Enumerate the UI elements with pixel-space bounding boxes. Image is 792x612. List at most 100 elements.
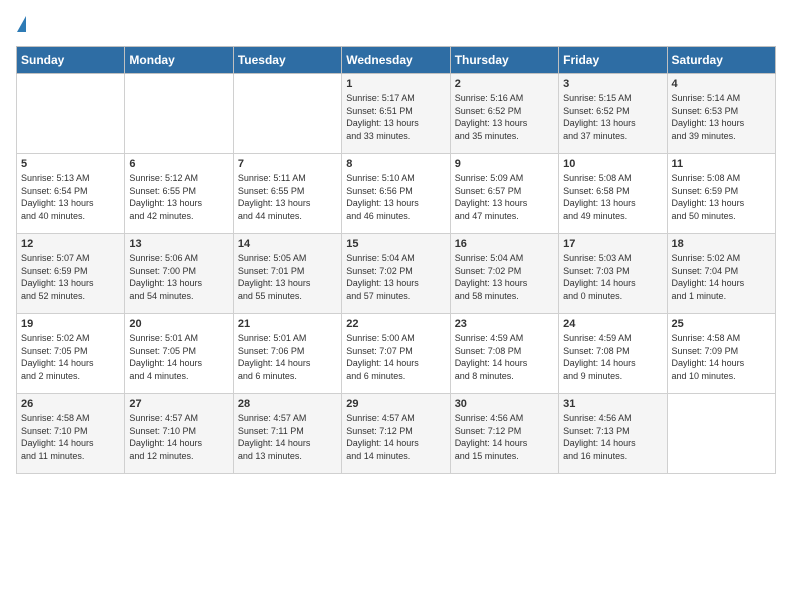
cell-content: Sunrise: 5:17 AM Sunset: 6:51 PM Dayligh… [346,92,445,142]
calendar-cell: 14 Sunrise: 5:05 AM Sunset: 7:01 PM Dayli… [233,234,341,314]
day-number: 1 [346,78,445,90]
calendar-cell: 7 Sunrise: 5:11 AM Sunset: 6:55 PM Daylig… [233,154,341,234]
calendar-week-row: 1 Sunrise: 5:17 AM Sunset: 6:51 PM Daylig… [17,74,776,154]
day-number: 30 [455,398,554,410]
calendar-cell: 30 Sunrise: 4:56 AM Sunset: 7:12 PM Dayli… [450,394,558,474]
cell-content: Sunrise: 5:04 AM Sunset: 7:02 PM Dayligh… [346,252,445,302]
calendar-cell: 10 Sunrise: 5:08 AM Sunset: 6:58 PM Dayli… [559,154,667,234]
day-number: 13 [129,238,228,250]
header-saturday: Saturday [667,47,775,74]
calendar-cell [17,74,125,154]
cell-content: Sunrise: 5:08 AM Sunset: 6:58 PM Dayligh… [563,172,662,222]
day-number: 7 [238,158,337,170]
calendar-cell: 23 Sunrise: 4:59 AM Sunset: 7:08 PM Dayli… [450,314,558,394]
cell-content: Sunrise: 5:08 AM Sunset: 6:59 PM Dayligh… [672,172,771,222]
calendar-week-row: 26 Sunrise: 4:58 AM Sunset: 7:10 PM Dayli… [17,394,776,474]
cell-content: Sunrise: 5:16 AM Sunset: 6:52 PM Dayligh… [455,92,554,142]
cell-content: Sunrise: 5:11 AM Sunset: 6:55 PM Dayligh… [238,172,337,222]
cell-content: Sunrise: 5:13 AM Sunset: 6:54 PM Dayligh… [21,172,120,222]
cell-content: Sunrise: 4:56 AM Sunset: 7:12 PM Dayligh… [455,412,554,462]
calendar-cell [667,394,775,474]
day-number: 8 [346,158,445,170]
day-number: 18 [672,238,771,250]
day-number: 11 [672,158,771,170]
day-number: 23 [455,318,554,330]
page-header [16,16,776,34]
calendar-body: 1 Sunrise: 5:17 AM Sunset: 6:51 PM Daylig… [17,74,776,474]
cell-content: Sunrise: 5:01 AM Sunset: 7:06 PM Dayligh… [238,332,337,382]
day-number: 26 [21,398,120,410]
day-number: 31 [563,398,662,410]
cell-content: Sunrise: 5:01 AM Sunset: 7:05 PM Dayligh… [129,332,228,382]
calendar-cell: 21 Sunrise: 5:01 AM Sunset: 7:06 PM Dayli… [233,314,341,394]
day-number: 10 [563,158,662,170]
cell-content: Sunrise: 5:07 AM Sunset: 6:59 PM Dayligh… [21,252,120,302]
day-number: 16 [455,238,554,250]
day-number: 25 [672,318,771,330]
cell-content: Sunrise: 5:14 AM Sunset: 6:53 PM Dayligh… [672,92,771,142]
day-number: 29 [346,398,445,410]
day-number: 27 [129,398,228,410]
calendar-cell: 19 Sunrise: 5:02 AM Sunset: 7:05 PM Dayli… [17,314,125,394]
cell-content: Sunrise: 5:15 AM Sunset: 6:52 PM Dayligh… [563,92,662,142]
day-number: 4 [672,78,771,90]
calendar-cell: 9Sunrise: 5:09 AM Sunset: 6:57 PM Daylig… [450,154,558,234]
day-number: 19 [21,318,120,330]
calendar-cell: 5 Sunrise: 5:13 AM Sunset: 6:54 PM Daylig… [17,154,125,234]
cell-content: Sunrise: 5:02 AM Sunset: 7:04 PM Dayligh… [672,252,771,302]
cell-content: Sunrise: 4:59 AM Sunset: 7:08 PM Dayligh… [563,332,662,382]
header-friday: Friday [559,47,667,74]
calendar-cell: 17 Sunrise: 5:03 AM Sunset: 7:03 PM Dayli… [559,234,667,314]
calendar-week-row: 19 Sunrise: 5:02 AM Sunset: 7:05 PM Dayli… [17,314,776,394]
header-thursday: Thursday [450,47,558,74]
calendar-week-row: 5 Sunrise: 5:13 AM Sunset: 6:54 PM Daylig… [17,154,776,234]
day-number: 3 [563,78,662,90]
day-number: 14 [238,238,337,250]
calendar-cell: 27 Sunrise: 4:57 AM Sunset: 7:10 PM Dayli… [125,394,233,474]
calendar-cell: 6 Sunrise: 5:12 AM Sunset: 6:55 PM Daylig… [125,154,233,234]
calendar-header-row: Sunday Monday Tuesday Wednesday Thursday… [17,47,776,74]
header-sunday: Sunday [17,47,125,74]
cell-content: Sunrise: 5:03 AM Sunset: 7:03 PM Dayligh… [563,252,662,302]
cell-content: Sunrise: 4:59 AM Sunset: 7:08 PM Dayligh… [455,332,554,382]
cell-content: Sunrise: 5:02 AM Sunset: 7:05 PM Dayligh… [21,332,120,382]
calendar-cell: 29 Sunrise: 4:57 AM Sunset: 7:12 PM Dayli… [342,394,450,474]
calendar-cell: 15 Sunrise: 5:04 AM Sunset: 7:02 PM Dayli… [342,234,450,314]
cell-content: Sunrise: 4:58 AM Sunset: 7:10 PM Dayligh… [21,412,120,462]
calendar-cell: 8Sunrise: 5:10 AM Sunset: 6:56 PM Daylig… [342,154,450,234]
header-tuesday: Tuesday [233,47,341,74]
calendar-cell: 13 Sunrise: 5:06 AM Sunset: 7:00 PM Dayli… [125,234,233,314]
day-number: 24 [563,318,662,330]
cell-content: Sunrise: 5:05 AM Sunset: 7:01 PM Dayligh… [238,252,337,302]
calendar-cell: 24 Sunrise: 4:59 AM Sunset: 7:08 PM Dayli… [559,314,667,394]
day-number: 12 [21,238,120,250]
day-number: 15 [346,238,445,250]
day-number: 22 [346,318,445,330]
header-wednesday: Wednesday [342,47,450,74]
calendar-table: Sunday Monday Tuesday Wednesday Thursday… [16,46,776,474]
cell-content: Sunrise: 5:06 AM Sunset: 7:00 PM Dayligh… [129,252,228,302]
cell-content: Sunrise: 4:58 AM Sunset: 7:09 PM Dayligh… [672,332,771,382]
day-number: 9 [455,158,554,170]
day-number: 5 [21,158,120,170]
day-number: 6 [129,158,228,170]
calendar-cell: 4 Sunrise: 5:14 AM Sunset: 6:53 PM Daylig… [667,74,775,154]
calendar-cell [233,74,341,154]
calendar-cell: 31 Sunrise: 4:56 AM Sunset: 7:13 PM Dayli… [559,394,667,474]
cell-content: Sunrise: 4:57 AM Sunset: 7:10 PM Dayligh… [129,412,228,462]
day-number: 21 [238,318,337,330]
day-number: 17 [563,238,662,250]
calendar-cell: 12 Sunrise: 5:07 AM Sunset: 6:59 PM Dayli… [17,234,125,314]
calendar-cell: 1 Sunrise: 5:17 AM Sunset: 6:51 PM Daylig… [342,74,450,154]
header-monday: Monday [125,47,233,74]
cell-content: Sunrise: 5:04 AM Sunset: 7:02 PM Dayligh… [455,252,554,302]
calendar-cell: 16 Sunrise: 5:04 AM Sunset: 7:02 PM Dayli… [450,234,558,314]
cell-content: Sunrise: 4:57 AM Sunset: 7:11 PM Dayligh… [238,412,337,462]
cell-content: Sunrise: 4:57 AM Sunset: 7:12 PM Dayligh… [346,412,445,462]
day-number: 20 [129,318,228,330]
day-number: 2 [455,78,554,90]
calendar-cell: 26 Sunrise: 4:58 AM Sunset: 7:10 PM Dayli… [17,394,125,474]
cell-content: Sunrise: 4:56 AM Sunset: 7:13 PM Dayligh… [563,412,662,462]
cell-content: Sunrise: 5:12 AM Sunset: 6:55 PM Dayligh… [129,172,228,222]
calendar-cell: 28Sunrise: 4:57 AM Sunset: 7:11 PM Dayli… [233,394,341,474]
